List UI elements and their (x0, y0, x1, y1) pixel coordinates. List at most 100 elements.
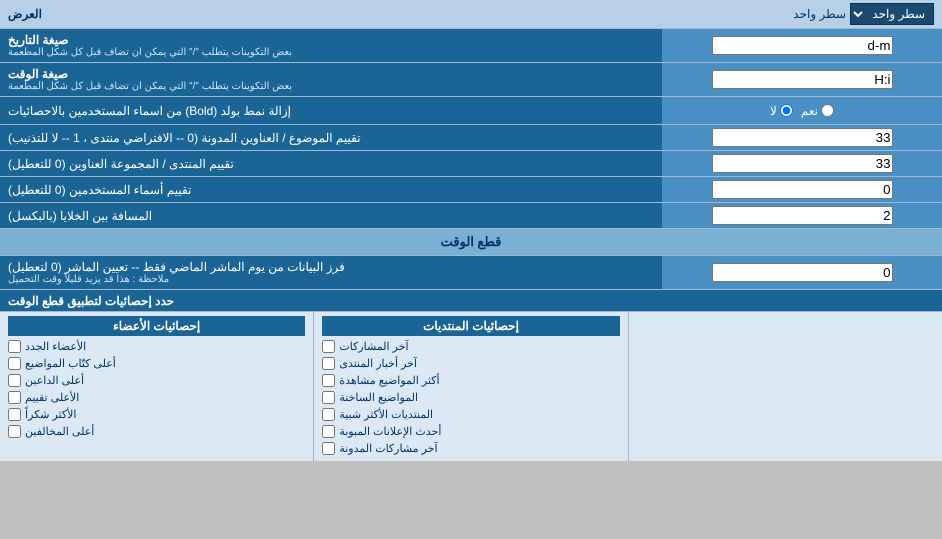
checkbox-item: المنتديات الأكثر شبية (322, 406, 619, 423)
cb-members-4-label: الأعلى تقييم (25, 391, 79, 404)
user-align-label: تقييم أسماء المستخدمين (0 للتعطيل) (8, 183, 191, 197)
topic-align-row: 33 تقييم الموضوع / العناوين المدونة (0 -… (0, 125, 942, 151)
checkbox-item: آخر المشاركات (322, 338, 619, 355)
checkbox-item: أعلى كتّاب المواضيع (8, 355, 305, 372)
posts-col-header: إحصائيات المنتديات (322, 316, 619, 336)
forum-align-row: 33 تقييم المنتدى / المجموعة العناوين (0 … (0, 151, 942, 177)
stats-apply-label: حدد إحصائيات لتطبيق قطع الوقت (8, 294, 174, 308)
bold-remove-row: نعم لا إزالة نمط بولد (Bold) من اسماء ال… (0, 97, 942, 125)
filter-time-label-section: فرز البيانات من يوم الماشر الماضي فقط --… (0, 256, 662, 289)
filter-time-row: 0 فرز البيانات من يوم الماشر الماضي فقط … (0, 256, 942, 290)
filter-time-note: ملاحظة : هذا قد يزيد قليلاً وقت التحميل (8, 274, 169, 285)
cb-posts-3-label: أكثر المواضيع مشاهدة (339, 374, 439, 387)
date-format-label: صيغة التاريخ (8, 33, 69, 47)
forum-align-input[interactable]: 33 (712, 154, 893, 173)
cell-spacing-row: 2 المسافة بين الخلايا (بالبكسل) (0, 203, 942, 229)
checkbox-item: الأكثر شكراً (8, 406, 305, 423)
bold-radio-no-label: لا (770, 104, 793, 118)
cb-members-6[interactable] (8, 425, 21, 438)
date-format-input[interactable]: d-m (712, 36, 893, 55)
header-row: سطر واحد سطرين ثلاثة أسطر سطر واحد العرض (0, 0, 942, 29)
empty-left-col (628, 312, 942, 461)
checkbox-item: آخر مشاركات المدونة (322, 440, 619, 457)
cb-posts-1[interactable] (322, 340, 335, 353)
main-container: سطر واحد سطرين ثلاثة أسطر سطر واحد العرض… (0, 0, 942, 461)
cb-posts-4-label: المواضيع الساخنة (339, 391, 418, 404)
cell-spacing-label-section: المسافة بين الخلايا (بالبكسل) (0, 203, 662, 228)
line-select-label: سطر واحد (793, 7, 846, 21)
cb-posts-2-label: آخر أخبار المنتدى (339, 357, 417, 370)
checkbox-item: الأعلى تقييم (8, 389, 305, 406)
checkbox-item: المواضيع الساخنة (322, 389, 619, 406)
cb-posts-2[interactable] (322, 357, 335, 370)
date-input-section: d-m (662, 29, 942, 62)
forum-align-input-section: 33 (662, 151, 942, 176)
cb-members-3[interactable] (8, 374, 21, 387)
topic-align-label-section: تقييم الموضوع / العناوين المدونة (0 -- ا… (0, 125, 662, 150)
filter-time-input[interactable]: 0 (712, 263, 893, 282)
cb-members-5[interactable] (8, 408, 21, 421)
checkbox-item: الأعضاء الجدد (8, 338, 305, 355)
line-select[interactable]: سطر واحد سطرين ثلاثة أسطر (850, 3, 934, 25)
members-col: إحصائيات الأعضاء الأعضاء الجدد أعلى كتّا… (0, 312, 313, 461)
filter-time-input-section: 0 (662, 256, 942, 289)
cb-posts-7-label: آخر مشاركات المدونة (339, 442, 437, 455)
date-label-section: صيغة التاريخ بعض التكوينات يتطلب "/" الت… (0, 29, 662, 62)
members-col-header: إحصائيات الأعضاء (8, 316, 305, 336)
cell-spacing-label: المسافة بين الخلايا (بالبكسل) (8, 209, 152, 223)
line-select-wrap: سطر واحد سطرين ثلاثة أسطر سطر واحد (793, 3, 934, 25)
time-input-section: H:i (662, 63, 942, 96)
cb-posts-7[interactable] (322, 442, 335, 455)
forum-align-label: تقييم المنتدى / المجموعة العناوين (0 للت… (8, 157, 234, 171)
cb-members-4[interactable] (8, 391, 21, 404)
cb-members-2-label: أعلى كتّاب المواضيع (25, 357, 116, 370)
time-cut-section-header: قطع الوقت (0, 229, 942, 256)
time-format-sublabel: بعض التكوينات يتطلب "/" التي يمكن ان تضا… (8, 81, 292, 92)
time-format-input[interactable]: H:i (712, 70, 893, 89)
display-label: العرض (8, 7, 42, 21)
bold-label: إزالة نمط بولد (Bold) من اسماء المستخدمي… (8, 104, 291, 118)
date-format-row: d-m صيغة التاريخ بعض التكوينات يتطلب "/"… (0, 29, 942, 63)
posts-col: إحصائيات المنتديات آخر المشاركات آخر أخب… (313, 312, 627, 461)
checkbox-item: أعلى الداعين (8, 372, 305, 389)
cell-spacing-input-section: 2 (662, 203, 942, 228)
topic-align-input[interactable]: 33 (712, 128, 893, 147)
cb-members-3-label: أعلى الداعين (25, 374, 84, 387)
forum-align-label-section: تقييم المنتدى / المجموعة العناوين (0 للت… (0, 151, 662, 176)
cb-posts-6-label: أحدث الإعلانات المبوبة (339, 425, 441, 438)
cb-posts-3[interactable] (322, 374, 335, 387)
cb-members-6-label: أعلى المخالفين (25, 425, 94, 438)
time-format-row: H:i صيغة الوقت بعض التكوينات يتطلب "/" ا… (0, 63, 942, 97)
cb-posts-6[interactable] (322, 425, 335, 438)
filter-time-label: فرز البيانات من يوم الماشر الماضي فقط --… (8, 260, 345, 274)
cb-posts-5-label: المنتديات الأكثر شبية (339, 408, 433, 421)
user-align-input[interactable]: 0 (712, 180, 893, 199)
user-align-row: 0 تقييم أسماء المستخدمين (0 للتعطيل) (0, 177, 942, 203)
bold-radio-group: نعم لا (762, 104, 842, 118)
checkbox-item: أعلى المخالفين (8, 423, 305, 440)
bold-radio-yes-label: نعم (801, 104, 834, 118)
cb-posts-4[interactable] (322, 391, 335, 404)
cell-spacing-input[interactable]: 2 (712, 206, 893, 225)
topic-align-label: تقييم الموضوع / العناوين المدونة (0 -- ا… (8, 131, 361, 145)
topic-align-input-section: 33 (662, 125, 942, 150)
checkbox-item: أحدث الإعلانات المبوبة (322, 423, 619, 440)
bold-label-section: إزالة نمط بولد (Bold) من اسماء المستخدمي… (0, 97, 662, 124)
checkbox-item: أكثر المواضيع مشاهدة (322, 372, 619, 389)
checkboxes-section: إحصائيات المنتديات آخر المشاركات آخر أخب… (0, 312, 942, 461)
stats-apply-row: حدد إحصائيات لتطبيق قطع الوقت (0, 290, 942, 312)
cb-members-5-label: الأكثر شكراً (25, 408, 76, 421)
bold-radio-yes[interactable] (821, 104, 834, 117)
cb-members-2[interactable] (8, 357, 21, 370)
time-label-section: صيغة الوقت بعض التكوينات يتطلب "/" التي … (0, 63, 662, 96)
cb-members-1-label: الأعضاء الجدد (25, 340, 86, 353)
cb-members-1[interactable] (8, 340, 21, 353)
checkbox-item: آخر أخبار المنتدى (322, 355, 619, 372)
bold-radio-no[interactable] (780, 104, 793, 117)
user-align-input-section: 0 (662, 177, 942, 202)
time-format-label: صيغة الوقت (8, 67, 68, 81)
user-align-label-section: تقييم أسماء المستخدمين (0 للتعطيل) (0, 177, 662, 202)
date-format-sublabel: بعض التكوينات يتطلب "/" التي يمكن ان تضا… (8, 47, 292, 58)
cb-posts-5[interactable] (322, 408, 335, 421)
bold-radio-section: نعم لا (662, 97, 942, 124)
